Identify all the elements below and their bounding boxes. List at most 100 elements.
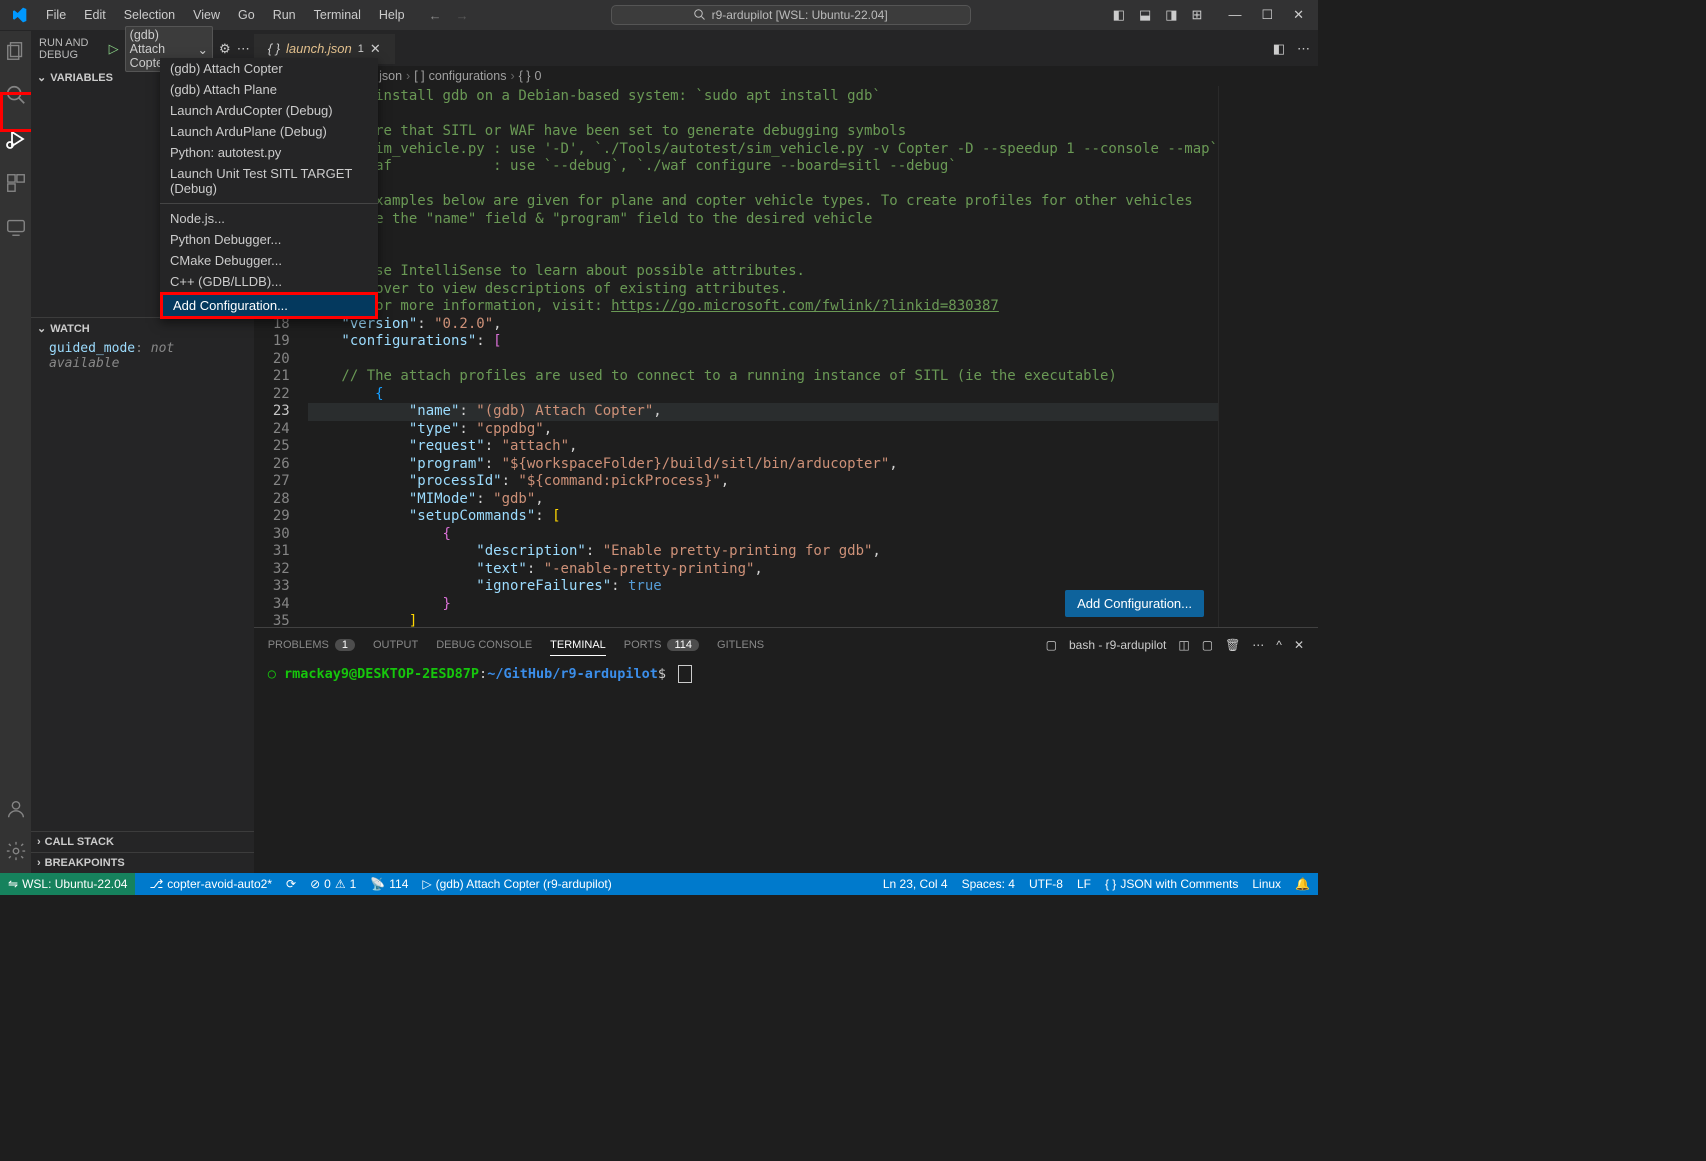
dropdown-item[interactable]: Python: autotest.py [160, 142, 378, 163]
explorer-icon[interactable] [4, 39, 28, 63]
add-configuration-button[interactable]: Add Configuration... [1065, 590, 1204, 617]
error-icon: ⊘ [310, 877, 320, 891]
statusbar: ⇋ WSL: Ubuntu-22.04 ⎇ copter-avoid-auto2… [0, 873, 1318, 895]
panel-tab-ports[interactable]: PORTS114 [624, 635, 699, 655]
maximize-icon[interactable]: ☐ [1261, 7, 1273, 23]
kill-terminal-icon[interactable]: 🗑 [1225, 638, 1240, 652]
breadcrumb[interactable]: .vscode › { } launch.json › [ ] configur… [254, 66, 1318, 86]
command-center-text: r9-ardupilot [WSL: Ubuntu-22.04] [712, 8, 888, 22]
command-center[interactable]: r9-ardupilot [WSL: Ubuntu-22.04] [611, 5, 971, 25]
panel-tab-problems[interactable]: PROBLEMS1 [268, 635, 355, 655]
section-breakpoints[interactable]: › BREAKPOINTS [31, 852, 254, 873]
section-callstack[interactable]: › CALL STACK [31, 831, 254, 852]
status-encoding[interactable]: UTF-8 [1029, 877, 1063, 891]
close-icon[interactable]: ✕ [1293, 7, 1304, 23]
terminal-shell-icon[interactable]: ▢ [1046, 638, 1057, 652]
dropdown-item[interactable]: CMake Debugger... [160, 250, 378, 271]
sidebar-title: RUN AND DEBUG [39, 37, 109, 61]
search-icon[interactable] [4, 83, 28, 107]
dropdown-item[interactable]: Python Debugger... [160, 229, 378, 250]
status-language[interactable]: { }JSON with Comments [1105, 877, 1238, 891]
start-debug-icon[interactable]: ▷ [109, 41, 119, 57]
more-icon[interactable]: ⋯ [1252, 638, 1264, 652]
panel-tab-output[interactable]: OUTPUT [373, 635, 418, 655]
activitybar [0, 31, 31, 873]
dropdown-item[interactable]: Launch Unit Test SITL TARGET (Debug) [160, 163, 378, 199]
dropdown-item[interactable]: (gdb) Attach Plane [160, 79, 378, 100]
remote-explorer-icon[interactable] [4, 215, 28, 239]
sync-icon: ⟳ [286, 877, 296, 891]
panel-tab-gitlens[interactable]: GITLENS [717, 635, 764, 655]
debug-icon: ▷ [422, 877, 431, 891]
dropdown-add-configuration[interactable]: Add Configuration... [160, 292, 378, 319]
watch-item[interactable]: guided_mode: not available [31, 339, 254, 373]
minimize-icon[interactable]: — [1228, 7, 1241, 23]
status-eol[interactable]: LF [1077, 877, 1091, 891]
dropdown-item[interactable]: Node.js... [160, 208, 378, 229]
menu-run[interactable]: Run [265, 5, 304, 25]
run-debug-icon[interactable] [4, 127, 28, 151]
close-panel-icon[interactable]: ✕ [1294, 638, 1304, 652]
layout-right-icon[interactable]: ◨ [1165, 7, 1177, 23]
extensions-icon[interactable] [4, 171, 28, 195]
bottom-panel: PROBLEMS1 OUTPUT DEBUG CONSOLE TERMINAL PORT… [254, 627, 1318, 873]
status-position[interactable]: Ln 23, Col 4 [883, 877, 948, 891]
menubar: File Edit Selection View Go Run Terminal… [38, 5, 413, 25]
status-branch[interactable]: ⎇ copter-avoid-auto2* [149, 877, 272, 891]
status-os[interactable]: Linux [1252, 877, 1281, 891]
maximize-panel-icon[interactable]: ^ [1276, 638, 1282, 652]
vscode-logo-icon [10, 6, 28, 24]
status-ports[interactable]: 📡 114 [370, 877, 408, 891]
layout-left-icon[interactable]: ◧ [1113, 7, 1125, 23]
split-editor-icon[interactable]: ◧ [1273, 41, 1285, 57]
panel-tab-debug-console[interactable]: DEBUG CONSOLE [436, 635, 532, 655]
chevron-right-icon: › [37, 857, 41, 869]
chevron-down-icon: ⌄ [198, 42, 208, 57]
dropdown-item[interactable]: (gdb) Attach Copter [160, 58, 378, 79]
nav-forward-icon[interactable]: → [456, 8, 469, 23]
dropdown-item[interactable]: Launch ArduPlane (Debug) [160, 121, 378, 142]
new-terminal-icon[interactable]: ▢ [1202, 638, 1213, 652]
layout-bottom-icon[interactable]: ⬓ [1139, 7, 1151, 23]
dropdown-item[interactable]: C++ (GDB/LLDB)... [160, 271, 378, 292]
menu-edit[interactable]: Edit [76, 5, 114, 25]
chevron-down-icon: ⌄ [37, 71, 46, 84]
terminal-cursor [678, 665, 692, 683]
warning-icon: ⚠ [335, 877, 346, 891]
terminal[interactable]: ○ rmackay9@DESKTOP-2ESD87P:~/GitHub/r9-a… [254, 662, 1318, 873]
branch-icon: ⎇ [149, 877, 163, 891]
notifications-icon[interactable]: 🔔 [1295, 877, 1310, 891]
dropdown-item[interactable]: Launch ArduCopter (Debug) [160, 100, 378, 121]
settings-gear-icon[interactable] [4, 839, 28, 863]
code-editor[interactable]: // To install gdb on a Debian-based syst… [308, 86, 1218, 627]
minimap[interactable] [1218, 86, 1318, 627]
tab-close-icon[interactable]: ✕ [370, 41, 381, 57]
menu-help[interactable]: Help [371, 5, 413, 25]
status-sync[interactable]: ⟳ [286, 877, 296, 891]
menu-selection[interactable]: Selection [116, 5, 183, 25]
split-terminal-icon[interactable]: ◫ [1178, 638, 1189, 652]
menu-view[interactable]: View [185, 5, 228, 25]
radio-icon: 📡 [370, 877, 385, 891]
more-actions-icon[interactable]: ⋯ [1297, 41, 1310, 57]
status-spaces[interactable]: Spaces: 4 [962, 877, 1015, 891]
menu-go[interactable]: Go [230, 5, 263, 25]
more-icon[interactable]: ⋯ [237, 41, 250, 57]
chevron-down-icon: ⌄ [37, 322, 46, 335]
account-icon[interactable] [4, 797, 28, 821]
remote-indicator[interactable]: ⇋ WSL: Ubuntu-22.04 [0, 873, 135, 895]
layout-grid-icon[interactable]: ⊞ [1192, 7, 1203, 23]
status-problems[interactable]: ⊘0 ⚠1 [310, 877, 356, 891]
menu-file[interactable]: File [38, 5, 74, 25]
remote-icon: ⇋ [8, 877, 18, 891]
chevron-right-icon: › [37, 836, 41, 848]
nav-back-icon[interactable]: ← [429, 8, 442, 23]
debug-config-dropdown: (gdb) Attach Copter(gdb) Attach PlaneLau… [160, 58, 378, 319]
gear-icon[interactable]: ⚙ [219, 41, 231, 57]
panel-tab-terminal[interactable]: TERMINAL [550, 635, 606, 656]
menu-terminal[interactable]: Terminal [306, 5, 369, 25]
section-watch[interactable]: ⌄ WATCH [31, 317, 254, 339]
status-debug-target[interactable]: ▷ (gdb) Attach Copter (r9-ardupilot) [422, 877, 611, 891]
editor-tabs: { } launch.json 1 ✕ ◧ ⋯ [254, 31, 1318, 66]
terminal-shell-label[interactable]: bash - r9-ardupilot [1069, 638, 1166, 652]
